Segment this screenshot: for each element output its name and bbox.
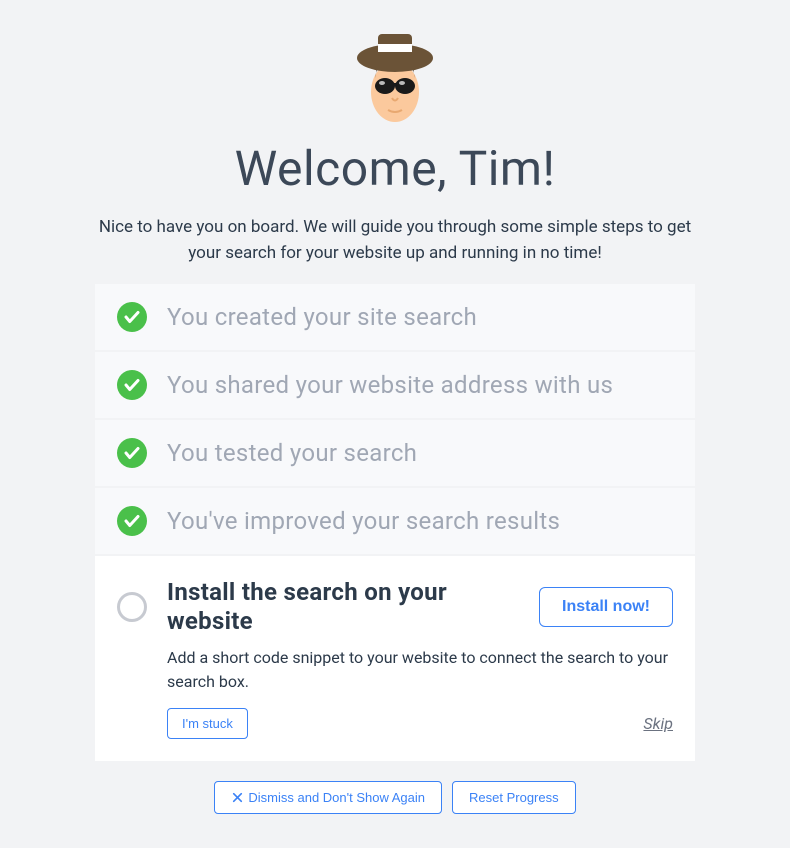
footer-actions: Dismiss and Don't Show Again Reset Progr… (214, 781, 575, 814)
skip-link[interactable]: Skip (643, 714, 673, 733)
onboarding-steps: You created your site search You shared … (95, 284, 695, 761)
step-title: You've improved your search results (167, 507, 560, 535)
step-title: You tested your search (167, 439, 417, 467)
step-active: Install the search on your website Insta… (95, 556, 695, 761)
step-completed: You've improved your search results (95, 488, 695, 556)
step-completed: You shared your website address with us (95, 352, 695, 420)
check-icon (117, 438, 147, 468)
step-description: Add a short code snippet to your website… (167, 646, 673, 694)
close-icon (231, 791, 244, 804)
step-title: Install the search on your website (167, 578, 539, 636)
check-icon (117, 506, 147, 536)
step-completed: You tested your search (95, 420, 695, 488)
im-stuck-button[interactable]: I'm stuck (167, 708, 248, 739)
step-completed: You created your site search (95, 284, 695, 352)
dismiss-label: Dismiss and Don't Show Again (248, 790, 425, 805)
welcome-title: Welcome, Tim! (235, 140, 556, 197)
step-title: You shared your website address with us (167, 371, 613, 399)
step-title: You created your site search (167, 303, 477, 331)
install-now-button[interactable]: Install now! (539, 587, 673, 627)
check-icon (117, 302, 147, 332)
reset-progress-button[interactable]: Reset Progress (452, 781, 576, 814)
welcome-subtitle: Nice to have you on board. We will guide… (95, 215, 695, 266)
avatar (340, 20, 450, 130)
check-icon (117, 370, 147, 400)
circle-icon (117, 592, 147, 622)
dismiss-button[interactable]: Dismiss and Don't Show Again (214, 781, 442, 814)
